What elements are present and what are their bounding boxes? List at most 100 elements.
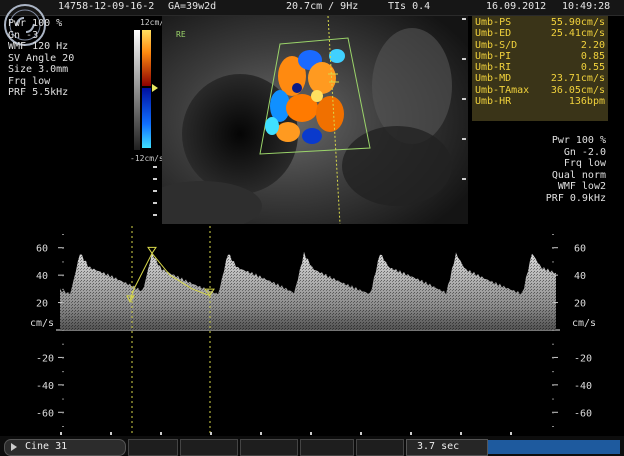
cine-segment-button[interactable] xyxy=(300,439,354,456)
study-id: 14758-12-09-16-2 xyxy=(58,1,155,12)
velocity-tick-label-left: 20 xyxy=(36,299,48,310)
minor-tick xyxy=(62,275,64,277)
spectral-texture xyxy=(60,251,556,330)
minor-tick xyxy=(552,302,554,304)
time-tick-mark xyxy=(460,432,462,435)
time-tick-mark xyxy=(160,432,162,435)
minor-tick xyxy=(62,398,64,400)
minor-tick xyxy=(62,261,64,263)
gestational-age: GA=39w2d xyxy=(168,1,217,12)
time-tick-mark xyxy=(360,432,362,435)
velocity-unit-label-right: cm/s xyxy=(572,318,596,329)
minor-tick xyxy=(62,302,64,304)
minor-tick xyxy=(552,261,554,263)
velocity-tick-label-left: -40 xyxy=(36,381,54,392)
depth-frame-rate: 20.7cm / 9Hz xyxy=(286,1,359,12)
minor-tick xyxy=(62,357,64,359)
param-wall-filter: WMF 120 Hz xyxy=(8,41,69,52)
thermal-index: TIs 0.4 xyxy=(388,1,431,12)
measurement-row: Umb-HR 136bpm xyxy=(475,96,605,108)
param-frequency: Frq low xyxy=(8,75,51,87)
time-tick-mark xyxy=(260,432,262,435)
minor-tick xyxy=(552,247,554,249)
velocity-tick-label-left: -20 xyxy=(36,353,54,364)
minor-tick xyxy=(62,384,64,386)
velocity-tick-label-left: -60 xyxy=(36,408,54,419)
velocity-tick-label-right: -20 xyxy=(574,353,592,364)
minor-tick xyxy=(62,247,64,249)
minor-tick xyxy=(552,316,554,318)
play-icon xyxy=(11,443,17,451)
minor-tick xyxy=(552,412,554,414)
cine-segment-button[interactable] xyxy=(240,439,298,456)
pw-param-frequency: Frq low xyxy=(563,158,606,169)
time-tick-mark xyxy=(110,432,112,435)
time-tick-mark xyxy=(60,432,62,435)
minor-tick xyxy=(62,343,64,345)
param-size: Size 3.0mm xyxy=(8,64,69,75)
minor-tick xyxy=(552,384,554,386)
velocity-tick-label-right: 60 xyxy=(574,244,586,255)
time-tick-mark xyxy=(210,432,212,435)
minor-tick xyxy=(552,398,554,400)
minor-tick xyxy=(62,426,64,427)
cine-button[interactable]: Cine 31 xyxy=(4,439,126,456)
minor-tick xyxy=(62,288,64,290)
pw-param-wall-filter: WMF low2 xyxy=(557,181,606,192)
color-scale-min-label: -12cm/s xyxy=(130,154,164,163)
minor-tick xyxy=(62,234,64,235)
minor-tick xyxy=(552,371,554,373)
focus-marker-icon xyxy=(152,84,158,92)
minor-tick xyxy=(552,234,554,235)
pw-param-prf: PRF 0.9kHz xyxy=(545,192,606,204)
param-sv-angle: SV Angle 20 xyxy=(8,52,75,64)
velocity-tick-label-right: 40 xyxy=(574,271,586,282)
cine-label: Cine 31 xyxy=(25,441,68,452)
measurement-results-panel: Umb-PS 55.90cm/s Umb-ED 25.41cm/s Umb-S/D 2… xyxy=(472,16,608,121)
pw-param-gain: Gn -2.0 xyxy=(563,146,606,158)
measurement-row: Umb-MD 23.71cm/s xyxy=(475,73,605,85)
minor-tick xyxy=(552,330,554,331)
param-gain: Gn -3 xyxy=(8,29,39,41)
minor-tick xyxy=(62,316,64,318)
time-tick-mark xyxy=(410,432,412,435)
measurement-row: Umb-RI 0.55 xyxy=(475,62,605,74)
cine-segment-button[interactable] xyxy=(180,439,238,456)
peak-systolic-marker-icon xyxy=(147,246,157,255)
velocity-tick-label-left: 60 xyxy=(36,244,48,255)
velocity-unit-label-left: cm/s xyxy=(30,318,54,329)
spectral-doppler-display: 60 60 40 40 20 20 -20 -20 -40 -40 -60 -60 cm/s cm/s xyxy=(0,226,624,436)
sweep-time-label: 3.7 sec xyxy=(417,441,460,452)
measurement-row: Umb-S/D 2.20 xyxy=(475,39,605,51)
top-status-bar: 14758-12-09-16-2 GA=39w2d 20.7cm / 9Hz T… xyxy=(0,0,624,16)
measurement-row: Umb-TAmax 36.05cm/s xyxy=(475,84,605,96)
color-doppler-image xyxy=(162,16,468,224)
velocity-tick-label-right: -40 xyxy=(574,381,592,392)
left-parameter-panel: Pwr 100 % Gn -3 WMF 120 Hz SV Angle 20 S… xyxy=(8,18,74,99)
color-velocity-scale xyxy=(134,26,158,222)
cine-segment-button[interactable] xyxy=(128,439,178,456)
cine-segment-button[interactable] xyxy=(356,439,404,456)
velocity-tick-label-left: 40 xyxy=(36,271,48,282)
velocity-tick-label-right: 20 xyxy=(574,299,586,310)
measurement-row: Umb-ED 25.41cm/s xyxy=(475,28,605,40)
time-tick-mark xyxy=(510,432,512,435)
exam-time: 10:49:28 xyxy=(562,1,611,12)
minor-tick xyxy=(552,343,554,345)
minor-tick xyxy=(552,275,554,277)
pw-param-quality: Qual norm xyxy=(551,169,606,181)
cine-progress-bar[interactable] xyxy=(488,440,620,454)
pw-param-power: Pwr 100 % xyxy=(551,135,606,146)
minor-tick xyxy=(552,288,554,290)
measurement-row: Umb-PI 0.85 xyxy=(475,50,605,62)
sweep-time-button[interactable]: 3.7 sec xyxy=(406,439,488,456)
time-tick-mark xyxy=(310,432,312,435)
image-orientation-marker: RE xyxy=(176,30,186,39)
param-power: Pwr 100 % xyxy=(8,18,63,29)
minor-tick xyxy=(552,426,554,427)
minor-tick xyxy=(62,412,64,414)
minor-tick xyxy=(62,371,64,373)
exam-date: 16.09.2012 xyxy=(486,1,547,12)
minor-tick xyxy=(62,330,64,331)
param-prf: PRF 5.5kHz xyxy=(8,87,69,98)
